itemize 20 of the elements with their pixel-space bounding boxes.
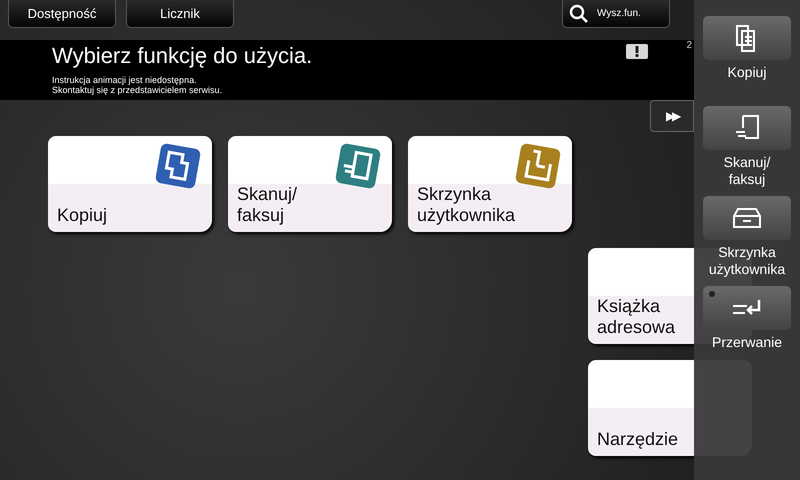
tray-icon [732, 206, 762, 230]
warning-icon [626, 44, 648, 59]
function-tile[interactable]: Kopiuj [48, 136, 212, 232]
top-button[interactable]: Dostępność [8, 0, 116, 28]
top-button[interactable]: Licznik [126, 0, 234, 28]
shortcut-button[interactable] [703, 196, 791, 240]
shortcut-button[interactable] [703, 16, 791, 60]
banner-title: Wybierz funkcję do użycia. [52, 42, 314, 70]
shortcut-label: Skanuj/ faksuj [724, 154, 770, 188]
shortcut-button[interactable] [703, 106, 791, 150]
shortcut-button[interactable] [703, 286, 791, 330]
search-icon [569, 4, 589, 24]
indicator-light-icon [709, 291, 715, 297]
function-tile[interactable]: Skrzynka użytkownika [408, 136, 572, 232]
shortcut-label: Kopiuj [728, 64, 766, 81]
banner-message: Instrukcja animacji jest niedostępna. Skontaktuj się z przedstawicielem serwisu. [52, 75, 224, 95]
function-tile[interactable]: Skanuj/ faksuj [228, 136, 392, 232]
search-button[interactable]: Wysz.fun. [562, 0, 670, 28]
forward-button[interactable]: ▶▶ [650, 100, 694, 132]
counter-text: 2 [686, 40, 692, 51]
